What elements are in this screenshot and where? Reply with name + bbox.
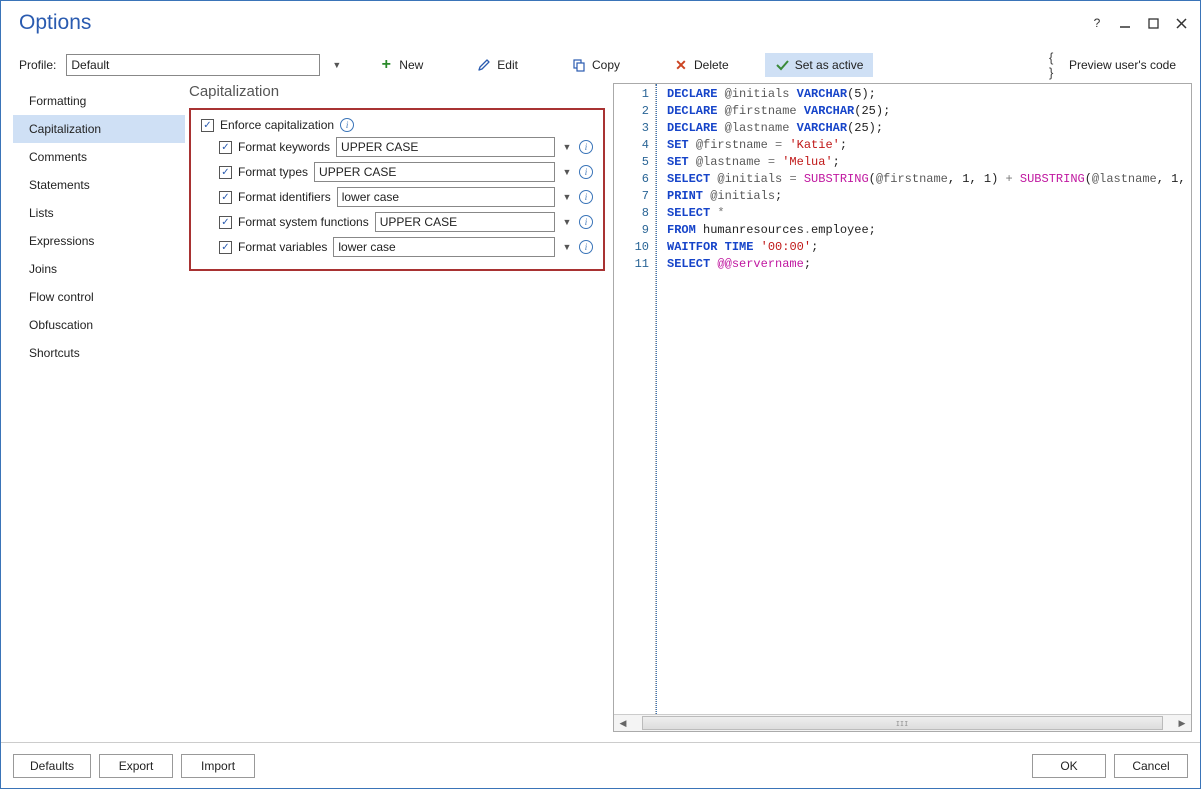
chevron-down-icon[interactable]: ▼ bbox=[332, 60, 341, 70]
horizontal-scrollbar[interactable]: ◀ ɪɪɪ ▶ bbox=[614, 714, 1191, 731]
import-button[interactable]: Import bbox=[181, 754, 255, 778]
check-icon bbox=[775, 58, 789, 72]
info-icon[interactable]: i bbox=[579, 140, 593, 154]
cancel-button[interactable]: Cancel bbox=[1114, 754, 1188, 778]
info-icon[interactable]: i bbox=[340, 118, 354, 132]
sidebar-item-lists[interactable]: Lists bbox=[13, 199, 185, 227]
row-select[interactable]: lower case bbox=[337, 187, 555, 207]
chevron-down-icon[interactable]: ▼ bbox=[561, 167, 573, 177]
panel-body: ✓ Enforce capitalization i ✓ Format keywo… bbox=[189, 108, 605, 271]
row-label: Format system functions bbox=[238, 215, 369, 229]
sidebar-item-shortcuts[interactable]: Shortcuts bbox=[13, 339, 185, 367]
scroll-right-icon[interactable]: ▶ bbox=[1175, 718, 1189, 729]
format-row: ✓ Format variables lower case ▼ i bbox=[201, 237, 593, 257]
sidebar-item-obfuscation[interactable]: Obfuscation bbox=[13, 311, 185, 339]
pencil-icon bbox=[477, 58, 491, 72]
info-icon[interactable]: i bbox=[579, 215, 593, 229]
sidebar-item-comments[interactable]: Comments bbox=[13, 143, 185, 171]
bottom-bar: Defaults Export Import OK Cancel bbox=[1, 742, 1200, 788]
maximize-icon[interactable] bbox=[1146, 16, 1160, 30]
scroll-left-icon[interactable]: ◀ bbox=[616, 718, 630, 729]
chevron-down-icon[interactable]: ▼ bbox=[561, 192, 573, 202]
set-active-label: Set as active bbox=[795, 58, 864, 72]
copy-icon bbox=[572, 58, 586, 72]
ok-button[interactable]: OK bbox=[1032, 754, 1106, 778]
row-checkbox[interactable]: ✓ bbox=[219, 241, 232, 254]
row-select[interactable]: UPPER CASE bbox=[314, 162, 555, 182]
titlebar: Options ? bbox=[1, 1, 1200, 45]
delete-button[interactable]: ✕ Delete bbox=[664, 53, 739, 77]
preview-label: Preview user's code bbox=[1069, 58, 1176, 72]
new-button[interactable]: + New bbox=[369, 53, 433, 77]
chevron-down-icon[interactable]: ▼ bbox=[561, 217, 573, 227]
delete-label: Delete bbox=[694, 58, 729, 72]
select-value: UPPER CASE bbox=[341, 140, 418, 154]
row-label: Format identifiers bbox=[238, 190, 331, 204]
defaults-button[interactable]: Defaults bbox=[13, 754, 91, 778]
braces-icon: { } bbox=[1049, 58, 1063, 72]
row-checkbox[interactable]: ✓ bbox=[219, 191, 232, 204]
scroll-thumb[interactable]: ɪɪɪ bbox=[642, 716, 1163, 730]
info-icon[interactable]: i bbox=[579, 240, 593, 254]
close-icon[interactable] bbox=[1174, 16, 1188, 30]
row-checkbox[interactable]: ✓ bbox=[219, 216, 232, 229]
capitalization-panel: Capitalization ✓ Enforce capitalization … bbox=[189, 83, 605, 271]
edit-button[interactable]: Edit bbox=[467, 53, 528, 77]
select-value: UPPER CASE bbox=[380, 215, 457, 229]
row-select[interactable]: UPPER CASE bbox=[336, 137, 555, 157]
set-active-button[interactable]: Set as active bbox=[765, 53, 874, 77]
info-icon[interactable]: i bbox=[579, 190, 593, 204]
row-checkbox[interactable]: ✓ bbox=[219, 141, 232, 154]
select-value: lower case bbox=[338, 240, 395, 254]
row-checkbox[interactable]: ✓ bbox=[219, 166, 232, 179]
enforce-checkbox[interactable]: ✓ bbox=[201, 119, 214, 132]
window-title: Options bbox=[19, 11, 91, 35]
sidebar-item-capitalization[interactable]: Capitalization bbox=[13, 115, 185, 143]
plus-icon: + bbox=[379, 58, 393, 72]
sidebar-item-flow-control[interactable]: Flow control bbox=[13, 283, 185, 311]
chevron-down-icon[interactable]: ▼ bbox=[561, 242, 573, 252]
minimize-icon[interactable] bbox=[1118, 16, 1132, 30]
code-content[interactable]: DECLARE @initials VARCHAR(5);DECLARE @fi… bbox=[656, 84, 1191, 714]
help-icon[interactable]: ? bbox=[1090, 16, 1104, 30]
profile-value: Default bbox=[71, 58, 109, 72]
info-icon[interactable]: i bbox=[579, 165, 593, 179]
edit-label: Edit bbox=[497, 58, 518, 72]
select-value: UPPER CASE bbox=[319, 165, 396, 179]
row-label: Format types bbox=[238, 165, 308, 179]
enforce-label: Enforce capitalization bbox=[220, 118, 334, 132]
format-row: ✓ Format keywords UPPER CASE ▼ i bbox=[201, 137, 593, 157]
copy-button[interactable]: Copy bbox=[562, 53, 630, 77]
sidebar-item-joins[interactable]: Joins bbox=[13, 255, 185, 283]
row-label: Format keywords bbox=[238, 140, 330, 154]
sidebar-item-expressions[interactable]: Expressions bbox=[13, 227, 185, 255]
window-buttons: ? bbox=[1090, 16, 1188, 30]
preview-button[interactable]: { } Preview user's code bbox=[1039, 53, 1186, 77]
format-row: ✓ Format types UPPER CASE ▼ i bbox=[201, 162, 593, 182]
row-select[interactable]: UPPER CASE bbox=[375, 212, 555, 232]
sidebar-item-statements[interactable]: Statements bbox=[13, 171, 185, 199]
format-row: ✓ Format system functions UPPER CASE ▼ i bbox=[201, 212, 593, 232]
chevron-down-icon[interactable]: ▼ bbox=[561, 142, 573, 152]
export-button[interactable]: Export bbox=[99, 754, 173, 778]
sidebar-item-formatting[interactable]: Formatting bbox=[13, 87, 185, 115]
code-body: 1234567891011 DECLARE @initials VARCHAR(… bbox=[614, 84, 1191, 714]
row-label: Format variables bbox=[238, 240, 327, 254]
profile-select[interactable]: Default bbox=[66, 54, 320, 76]
line-gutter: 1234567891011 bbox=[614, 84, 656, 714]
sidebar: FormattingCapitalizationCommentsStatemen… bbox=[13, 87, 185, 367]
delete-icon: ✕ bbox=[674, 58, 688, 72]
toolbar: Profile: Default ▼ + New Edit Copy ✕ Del… bbox=[19, 51, 1186, 79]
format-row: ✓ Format identifiers lower case ▼ i bbox=[201, 187, 593, 207]
new-label: New bbox=[399, 58, 423, 72]
select-value: lower case bbox=[342, 190, 399, 204]
row-select[interactable]: lower case bbox=[333, 237, 555, 257]
panel-title: Capitalization bbox=[189, 83, 605, 100]
profile-label: Profile: bbox=[19, 58, 56, 72]
copy-label: Copy bbox=[592, 58, 620, 72]
code-preview: 1234567891011 DECLARE @initials VARCHAR(… bbox=[613, 83, 1192, 732]
enforce-row: ✓ Enforce capitalization i bbox=[201, 118, 593, 132]
